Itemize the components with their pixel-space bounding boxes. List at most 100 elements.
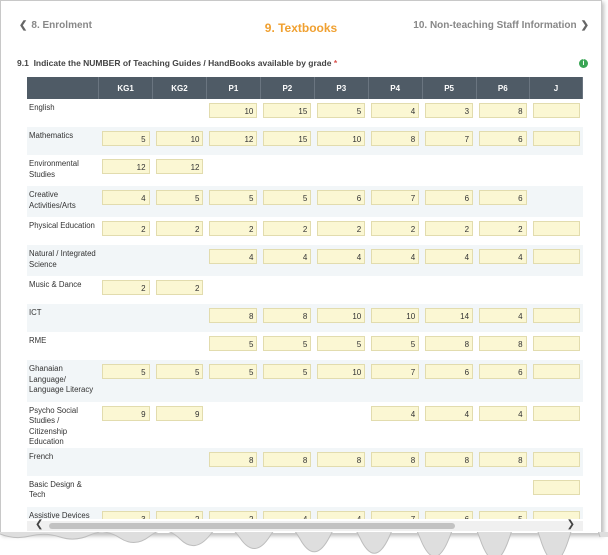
count-input[interactable]: 2 [371, 221, 420, 236]
count-input[interactable]: 4 [371, 103, 420, 118]
count-input[interactable]: 7 [371, 510, 420, 519]
count-input[interactable]: 14 [425, 308, 474, 323]
count-input[interactable]: 2 [425, 221, 474, 236]
count-input[interactable]: 8 [263, 451, 312, 467]
count-input[interactable] [532, 336, 580, 351]
scroll-thumb[interactable] [49, 523, 455, 529]
count-input[interactable]: 10 [317, 131, 366, 146]
horizontal-scrollbar[interactable]: ❮ ❯ [27, 519, 583, 531]
count-input[interactable]: 8 [371, 131, 420, 146]
count-input[interactable]: 5 [209, 336, 258, 351]
count-input[interactable]: 10 [371, 308, 420, 323]
count-input[interactable] [532, 221, 580, 236]
count-input[interactable]: 8 [425, 451, 474, 467]
count-input[interactable]: 5 [155, 190, 204, 205]
count-input[interactable]: 5 [209, 190, 258, 205]
count-input[interactable]: 7 [371, 364, 420, 379]
count-input[interactable]: 8 [209, 451, 258, 467]
count-input[interactable]: 2 [155, 280, 204, 295]
count-input[interactable]: 8 [317, 451, 366, 467]
count-input[interactable]: 4 [263, 249, 312, 264]
count-input[interactable]: 10 [317, 364, 366, 379]
count-input[interactable]: 4 [209, 249, 258, 264]
count-input[interactable]: 9 [101, 405, 150, 421]
count-input[interactable]: 4 [371, 249, 420, 264]
count-input[interactable]: 6 [317, 190, 366, 205]
count-input[interactable]: 2 [209, 221, 258, 236]
count-input[interactable] [532, 249, 580, 264]
count-input[interactable]: 3 [425, 103, 474, 118]
count-input[interactable]: 12 [101, 159, 150, 174]
count-input[interactable]: 10 [317, 308, 366, 323]
count-input[interactable]: 2 [317, 221, 366, 236]
count-input[interactable]: 2 [263, 221, 312, 236]
scroll-right-arrow-icon[interactable]: ❯ [567, 519, 575, 530]
count-input[interactable]: 8 [263, 308, 312, 323]
count-input[interactable]: 5 [101, 364, 150, 379]
count-input[interactable]: 6 [479, 364, 527, 379]
count-input[interactable] [532, 451, 580, 467]
count-input[interactable]: 5 [155, 364, 204, 379]
count-input[interactable]: 8 [425, 336, 474, 351]
count-input[interactable]: 5 [263, 364, 312, 379]
grade-cell: 4 [476, 304, 530, 332]
count-input[interactable]: 6 [425, 364, 474, 379]
count-input[interactable]: 5 [317, 336, 366, 351]
info-icon[interactable]: i [579, 59, 588, 68]
count-input[interactable]: 10 [209, 103, 258, 118]
count-input[interactable]: 5 [317, 103, 366, 118]
count-input[interactable]: 5 [371, 336, 420, 351]
count-input[interactable]: 4 [425, 405, 474, 421]
count-input[interactable]: 15 [263, 103, 312, 118]
count-input[interactable]: 5 [263, 336, 312, 351]
count-input[interactable]: 7 [371, 190, 420, 205]
count-input[interactable]: 8 [209, 308, 258, 323]
count-input[interactable]: 10 [155, 131, 204, 146]
scroll-left-arrow-icon[interactable]: ❮ [35, 519, 43, 530]
next-section-link[interactable]: 10. Non-teaching Staff Information ❯ [413, 20, 593, 31]
count-input[interactable]: 4 [479, 249, 527, 264]
count-input[interactable]: 9 [155, 405, 204, 421]
count-input[interactable]: 5 [209, 364, 258, 379]
count-input[interactable]: 8 [371, 451, 420, 467]
count-input[interactable] [532, 510, 580, 519]
count-input[interactable]: 5 [101, 131, 150, 146]
count-input[interactable]: 2 [209, 510, 258, 519]
count-input[interactable]: 8 [479, 336, 527, 351]
count-input[interactable]: 7 [425, 131, 474, 146]
count-input[interactable]: 2 [101, 280, 150, 295]
count-input[interactable]: 5 [479, 510, 527, 519]
count-input[interactable]: 6 [479, 131, 527, 146]
count-input[interactable]: 8 [479, 103, 527, 118]
count-input[interactable]: 4 [479, 308, 527, 323]
count-input[interactable] [532, 479, 580, 495]
count-input[interactable]: 4 [425, 249, 474, 264]
count-input[interactable]: 8 [479, 451, 527, 467]
count-input[interactable]: 2 [155, 510, 204, 519]
grade-cell [529, 217, 583, 245]
count-input[interactable] [532, 405, 580, 421]
count-input[interactable]: 4 [371, 405, 420, 421]
count-input[interactable]: 12 [155, 159, 204, 174]
count-input[interactable]: 4 [263, 510, 312, 519]
grade-cell: 5 [260, 360, 315, 402]
count-input[interactable]: 15 [263, 131, 312, 146]
count-input[interactable] [532, 131, 580, 146]
count-input[interactable]: 2 [479, 221, 527, 236]
count-input[interactable] [532, 364, 580, 379]
count-input[interactable]: 6 [425, 190, 474, 205]
count-input[interactable]: 5 [263, 190, 312, 205]
grade-cell [98, 245, 153, 276]
count-input[interactable]: 4 [317, 249, 366, 264]
count-input[interactable] [532, 103, 580, 118]
count-input[interactable]: 2 [101, 221, 150, 236]
count-input[interactable]: 2 [155, 221, 204, 236]
count-input[interactable]: 3 [101, 510, 150, 519]
count-input[interactable] [532, 308, 580, 323]
count-input[interactable]: 12 [209, 131, 258, 146]
count-input[interactable]: 4 [317, 510, 366, 519]
count-input[interactable]: 6 [425, 510, 474, 519]
count-input[interactable]: 6 [479, 190, 527, 205]
count-input[interactable]: 4 [479, 405, 527, 421]
count-input[interactable]: 4 [101, 190, 150, 205]
